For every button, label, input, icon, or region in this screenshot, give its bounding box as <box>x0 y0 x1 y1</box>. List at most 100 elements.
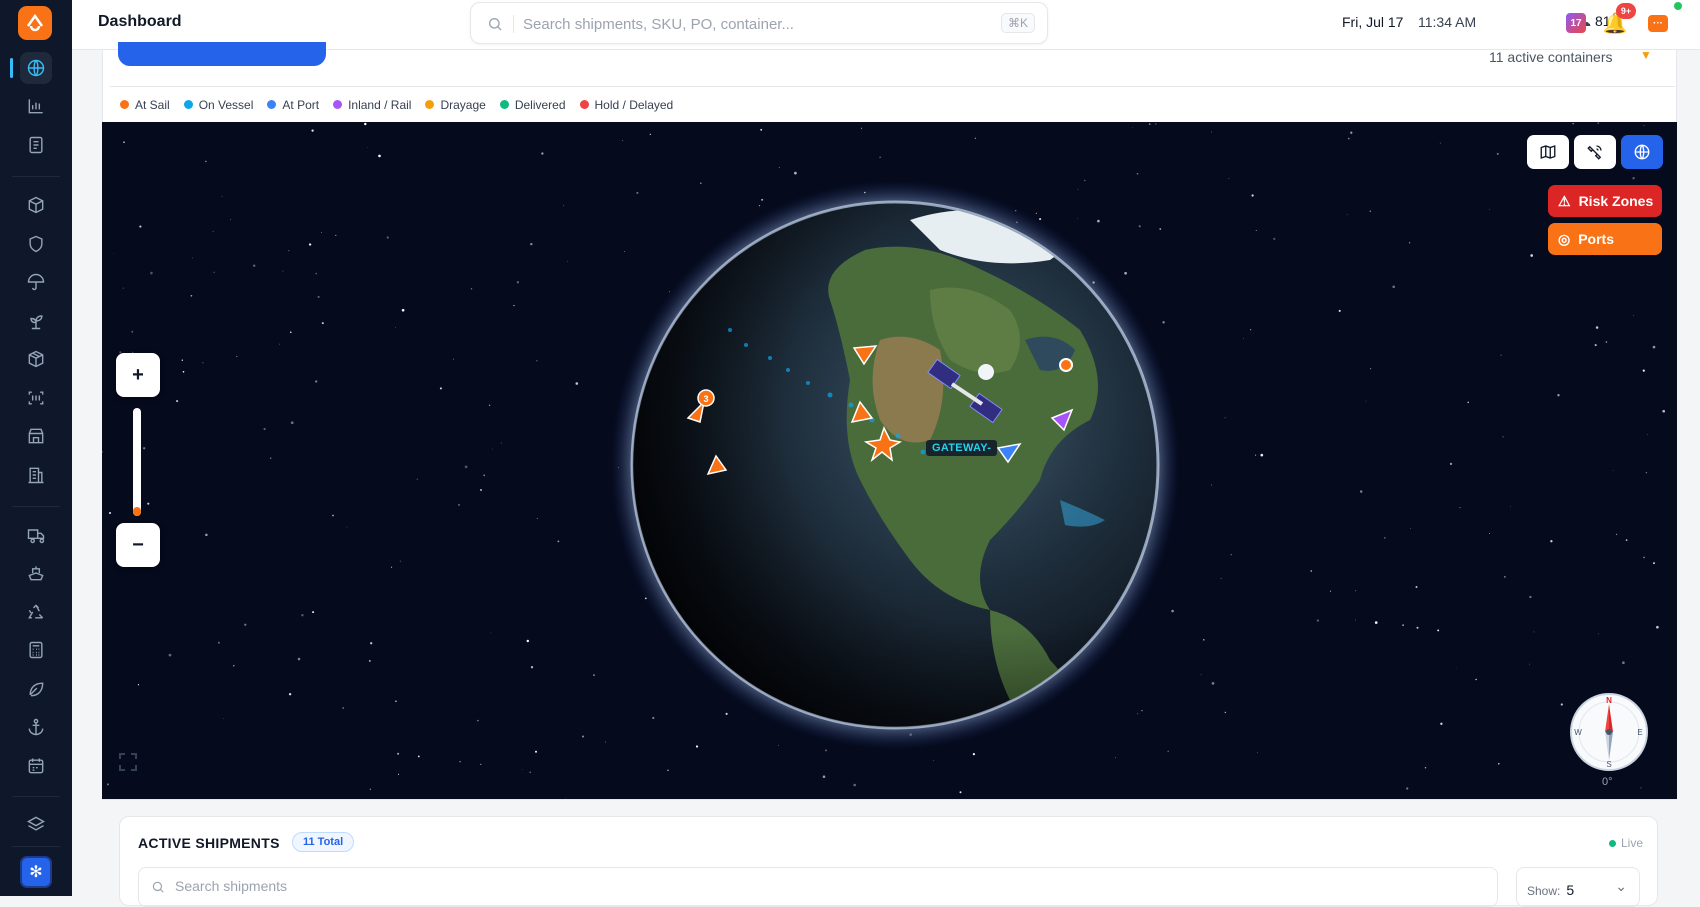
document-icon <box>29 136 43 154</box>
current-date: Fri, Jul 17 <box>1342 14 1404 30</box>
sidebar-item-trucking[interactable] <box>20 519 52 551</box>
live-indicator: Live <box>1608 836 1643 850</box>
chevron-down-icon: ⌄ <box>1615 878 1627 894</box>
shield-icon <box>29 235 43 253</box>
legend-item[interactable]: Drayage <box>425 97 486 112</box>
filter-icon[interactable]: ▼ <box>1640 48 1652 62</box>
panel-action-button[interactable] <box>118 42 326 66</box>
legend-item[interactable]: On Vessel <box>183 97 254 112</box>
legend-label: On Vessel <box>198 97 254 112</box>
sidebar-item-globe[interactable] <box>20 52 52 84</box>
legend-label: Inland / Rail <box>348 97 412 112</box>
store-icon <box>28 428 44 444</box>
sidebar-item-documents[interactable] <box>20 129 52 161</box>
search-icon <box>489 18 502 31</box>
messages-button[interactable]: ··· <box>1645 10 1671 36</box>
box-icon <box>28 196 44 214</box>
active-containers-count: 11 active containers <box>1489 49 1613 65</box>
live-dot <box>1608 839 1616 847</box>
building-icon <box>28 467 44 484</box>
satellite-view-toggle[interactable] <box>1574 135 1616 169</box>
sidebar-divider <box>12 506 60 507</box>
sidebar-item-layers[interactable] <box>20 808 52 840</box>
map-icon <box>1540 145 1556 159</box>
legend-item[interactable]: At Sail <box>120 98 170 112</box>
sidebar-item-emissions[interactable] <box>20 673 52 705</box>
shipments-search[interactable] <box>138 867 1498 907</box>
active-indicator <box>10 58 13 78</box>
sidebar-item-ports[interactable] <box>20 711 52 743</box>
map-view-toggle[interactable] <box>1527 135 1569 169</box>
search-separator <box>513 15 514 33</box>
sidebar-item-schedule[interactable] <box>20 750 52 782</box>
sidebar-item-inventory[interactable] <box>20 189 52 221</box>
sidebar-item-scanning[interactable] <box>20 382 52 414</box>
legend-dot <box>425 100 435 109</box>
satellite-icon <box>1587 145 1602 160</box>
globe-map[interactable]: + − ⚠ Risk Zones ◎ Ports 3 GATEWAY- N E S … <box>102 122 1677 799</box>
compass[interactable]: N E S W <box>1569 692 1649 772</box>
globe[interactable] <box>610 180 1180 750</box>
global-search[interactable]: ⌘K <box>470 2 1048 44</box>
legend-label: Drayage <box>440 97 486 112</box>
current-time: 11:34 AM <box>1418 14 1477 30</box>
leaf-icon <box>29 682 44 697</box>
legend-dot <box>579 100 589 109</box>
recycle-icon <box>28 604 44 619</box>
calendar-icon <box>28 758 44 774</box>
sidebar-item-sustainability[interactable] <box>20 305 52 337</box>
sidebar-item-facilities[interactable] <box>20 459 52 491</box>
search-icon <box>152 881 164 893</box>
legend-item[interactable]: Inland / Rail <box>333 98 411 112</box>
risk-zones-label: Risk Zones <box>1578 193 1654 209</box>
active-shipments-card: ACTIVE SHIPMENTS 11 Total Live Show:5⌄ <box>119 816 1658 907</box>
target-icon: ◎ <box>1558 230 1571 247</box>
globe-icon <box>1634 144 1650 160</box>
sidebar-item-costs[interactable] <box>20 634 52 666</box>
zoom-slider[interactable] <box>133 408 141 516</box>
zoom-slider-fill <box>133 507 141 516</box>
gateway-label: GATEWAY- <box>926 440 998 456</box>
legend-dot <box>333 100 343 109</box>
legend-label: At Port <box>282 97 320 112</box>
status-legend: At Sail On Vessel At Port Inland / Rail Dray… <box>110 86 1675 122</box>
warning-icon: ⚠ <box>1558 192 1571 209</box>
legend-item[interactable]: At Port <box>267 98 319 112</box>
app-logo[interactable] <box>18 6 52 40</box>
legend-item[interactable]: Hold / Delayed <box>579 97 674 112</box>
sidebar-item-insurance[interactable] <box>20 266 52 298</box>
page-title: Dashboard <box>98 13 182 30</box>
ports-toggle[interactable]: ◎ Ports <box>1548 223 1662 255</box>
sidebar-item-compliance[interactable] <box>20 228 52 260</box>
page-size-select[interactable]: Show: 5 ⌄ <box>1516 867 1640 907</box>
sidebar-item-packages[interactable] <box>20 343 52 375</box>
ship-icon <box>28 566 44 581</box>
legend-dot <box>267 100 277 109</box>
sidebar-item-returns[interactable] <box>20 596 52 628</box>
assistant-button[interactable]: ✻ <box>20 856 52 888</box>
legend-dot <box>120 100 129 109</box>
legend-label: Delivered <box>514 97 566 112</box>
sidebar-item-analytics[interactable] <box>20 90 52 122</box>
shipments-search-input[interactable] <box>175 878 775 894</box>
legend-dot <box>183 100 193 109</box>
sidebar-item-ocean[interactable] <box>20 557 52 589</box>
live-label: Live <box>1620 836 1643 850</box>
shipments-total-badge: 11 Total <box>292 832 355 852</box>
legend-item[interactable]: Delivered <box>499 97 566 112</box>
sidebar-divider <box>12 796 60 797</box>
zoom-out-button[interactable]: − <box>116 523 160 567</box>
fullscreen-icon[interactable] <box>118 752 138 772</box>
zoom-in-button[interactable]: + <box>116 353 160 397</box>
globe-view-toggle[interactable] <box>1621 135 1663 169</box>
search-input[interactable] <box>523 11 963 37</box>
compass-west: W <box>1574 728 1582 737</box>
sidebar-item-warehouses[interactable] <box>20 420 52 452</box>
ports-label: Ports <box>1578 231 1615 247</box>
legend-label: Hold / Delayed <box>594 97 674 112</box>
anchor-icon <box>28 718 44 736</box>
risk-zones-toggle[interactable]: ⚠ Risk Zones <box>1548 185 1662 217</box>
sidebar: ✻ <box>0 0 72 896</box>
calendar-button[interactable]: 17 <box>1563 10 1589 36</box>
legend-label: At Sail <box>135 97 170 112</box>
